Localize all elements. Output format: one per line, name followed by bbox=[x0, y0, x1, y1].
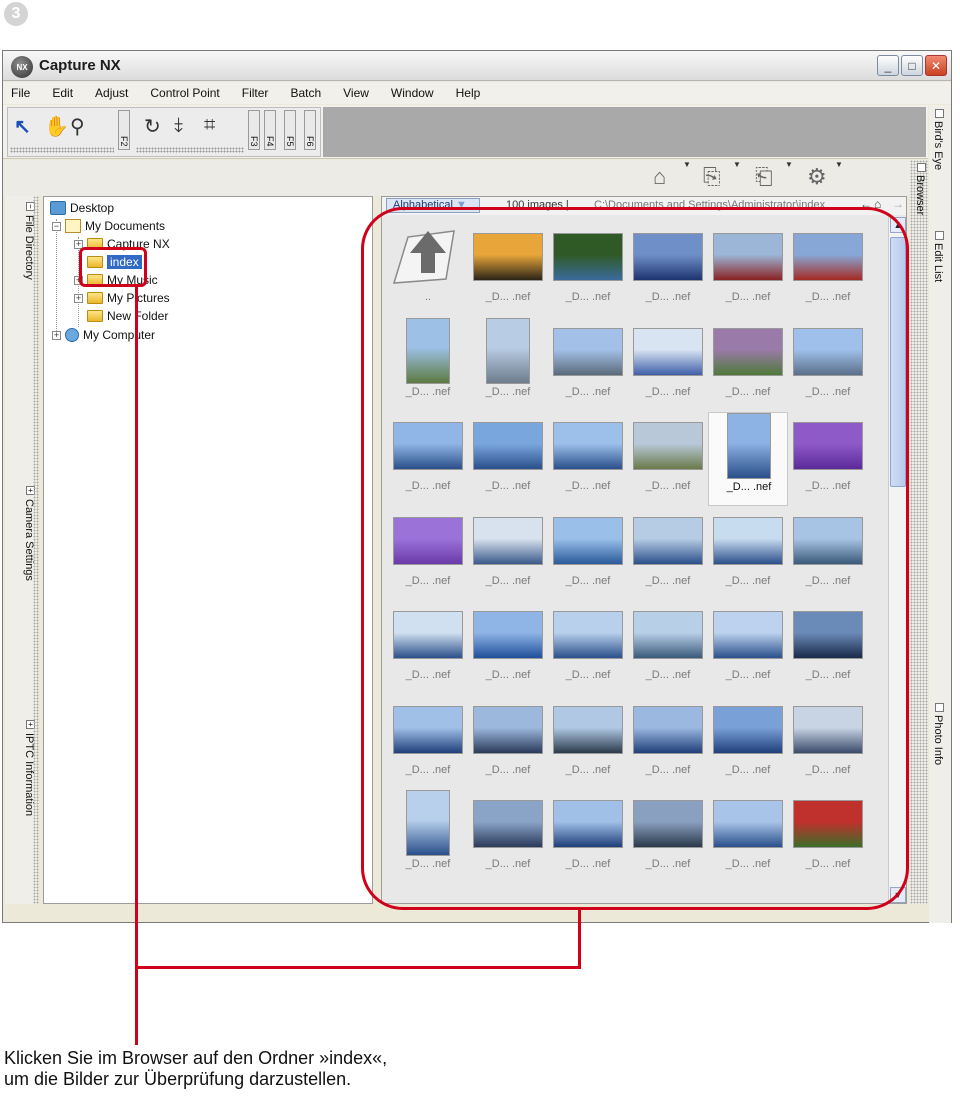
tool-panel: ↖ ✋ ⚲ F2 ↻ ⤈ ⌗ F3 F4 F5 F6 bbox=[7, 107, 321, 157]
title-bar: NX Capture NX _ □ ✕ bbox=[3, 51, 951, 81]
maximize-button[interactable]: □ bbox=[901, 55, 923, 76]
tab-camera-settings[interactable]: + Camera Settings bbox=[9, 486, 35, 581]
right-tab-strip: Bird's Eye Edit List Photo Info bbox=[929, 105, 951, 923]
folder-icon bbox=[87, 292, 103, 304]
toolbar-grip-2 bbox=[136, 147, 244, 153]
tab-label: Browser bbox=[914, 175, 926, 216]
gear-icon[interactable]: ⚙ bbox=[807, 164, 827, 190]
nx-logo-icon: NX bbox=[11, 56, 33, 78]
minimize-button[interactable]: _ bbox=[877, 55, 899, 76]
tab-photo-info[interactable]: Photo Info bbox=[932, 703, 944, 765]
menu-window[interactable]: Window bbox=[391, 86, 434, 100]
callout-line bbox=[135, 966, 580, 969]
tab-birds-eye[interactable]: Bird's Eye bbox=[932, 109, 944, 170]
panel-grip bbox=[33, 196, 39, 904]
tab-f3[interactable]: F3 bbox=[248, 110, 260, 150]
open-folder-icon[interactable]: ⌂ bbox=[653, 164, 666, 190]
tree-item-new-folder[interactable]: New Folder bbox=[87, 309, 168, 323]
menu-batch[interactable]: Batch bbox=[290, 86, 321, 100]
step-number-badge: 3 bbox=[4, 2, 28, 26]
right-grip bbox=[910, 160, 928, 904]
tree-item-my-pictures[interactable]: + My Pictures bbox=[74, 291, 170, 305]
menu-filter[interactable]: Filter bbox=[242, 86, 269, 100]
chevron-down-icon[interactable]: ▼ bbox=[835, 160, 843, 169]
tree-label: My Computer bbox=[83, 328, 156, 342]
chevron-down-icon[interactable]: ▼ bbox=[683, 160, 691, 169]
tree-item-my-documents[interactable]: − My Documents bbox=[52, 219, 165, 233]
computer-icon bbox=[65, 328, 79, 342]
straighten-icon[interactable]: ⤈ bbox=[174, 114, 183, 137]
desktop-icon bbox=[50, 201, 66, 215]
tree-item-desktop[interactable]: Desktop bbox=[50, 201, 114, 215]
callout-line bbox=[578, 910, 581, 969]
tree-item-my-computer[interactable]: + My Computer bbox=[52, 328, 155, 342]
caption-text: Klicken Sie im Browser auf den Ordner »i… bbox=[4, 1048, 388, 1089]
menu-file[interactable]: File bbox=[11, 86, 30, 100]
tab-edit-list[interactable]: Edit List bbox=[932, 231, 944, 282]
callout-line bbox=[135, 285, 138, 1045]
tree-line bbox=[56, 219, 57, 339]
chevron-down-icon[interactable]: ▼ bbox=[785, 160, 793, 169]
copy-folder-icon[interactable]: ⎘ bbox=[703, 164, 721, 190]
window-controls: _ □ ✕ bbox=[877, 55, 947, 76]
window-title: Capture NX bbox=[39, 57, 121, 74]
tab-label: Photo Info bbox=[932, 715, 944, 766]
tab-file-directory[interactable]: − File Directory bbox=[9, 202, 35, 280]
menu-edit[interactable]: Edit bbox=[52, 86, 73, 100]
move-folder-icon[interactable]: ⎗ bbox=[755, 164, 773, 190]
direct-select-icon[interactable]: ↖ bbox=[14, 114, 31, 139]
expand-icon bbox=[935, 231, 944, 240]
menu-help[interactable]: Help bbox=[456, 86, 481, 100]
collapse-icon bbox=[917, 163, 926, 172]
highlight-index-folder bbox=[79, 247, 147, 287]
menu-adjust[interactable]: Adjust bbox=[95, 86, 128, 100]
tree-label: My Documents bbox=[85, 219, 166, 233]
tree-label: My Pictures bbox=[107, 291, 170, 305]
tab-f5[interactable]: F5 bbox=[284, 110, 296, 150]
forward-arrow-icon[interactable]: → bbox=[892, 197, 904, 211]
tab-f4[interactable]: F4 bbox=[264, 110, 276, 150]
folder-tree: Desktop − My Documents + Capture NX index … bbox=[43, 196, 373, 904]
collapse-icon[interactable]: − bbox=[52, 221, 61, 231]
tab-iptc-information[interactable]: + IPTC Information bbox=[9, 720, 35, 816]
tab-label: Edit List bbox=[932, 243, 944, 283]
toolbar: ↖ ✋ ⚲ F2 ↻ ⤈ ⌗ F3 F4 F5 F6 bbox=[3, 105, 928, 159]
tab-browser[interactable]: Browser bbox=[914, 163, 926, 215]
toolbar-grip bbox=[10, 147, 114, 153]
chevron-down-icon[interactable]: ▼ bbox=[733, 160, 741, 169]
toolbar-empty-area bbox=[323, 107, 926, 157]
menu-control-point[interactable]: Control Point bbox=[150, 86, 219, 100]
highlight-browser-area bbox=[361, 207, 909, 910]
close-button[interactable]: ✕ bbox=[925, 55, 947, 76]
expand-icon bbox=[935, 109, 944, 118]
tree-label: Desktop bbox=[70, 201, 115, 215]
expand-icon[interactable]: + bbox=[52, 330, 61, 340]
tab-f2[interactable]: F2 bbox=[118, 110, 130, 150]
browser-toolbar: ⌂ ▼ ⎘ ▼ ⎗ ▼ ⚙ ▼ bbox=[3, 160, 928, 196]
my-documents-icon bbox=[65, 219, 81, 233]
left-tab-strip: − File Directory + Camera Settings + IPTC I… bbox=[5, 196, 39, 904]
rotate-icon[interactable]: ↻ bbox=[144, 114, 161, 139]
tab-f6[interactable]: F6 bbox=[304, 110, 316, 150]
menu-bar: File Edit Adjust Control Point Filter Ba… bbox=[3, 82, 951, 104]
crop-icon[interactable]: ⌗ bbox=[204, 114, 215, 137]
zoom-icon[interactable]: ⚲ bbox=[70, 114, 85, 139]
tab-label: Bird's Eye bbox=[932, 121, 944, 171]
folder-icon bbox=[87, 310, 103, 322]
expand-icon[interactable]: + bbox=[74, 293, 83, 303]
menu-view[interactable]: View bbox=[343, 86, 369, 100]
hand-icon[interactable]: ✋ bbox=[44, 114, 69, 139]
expand-icon bbox=[935, 703, 944, 712]
